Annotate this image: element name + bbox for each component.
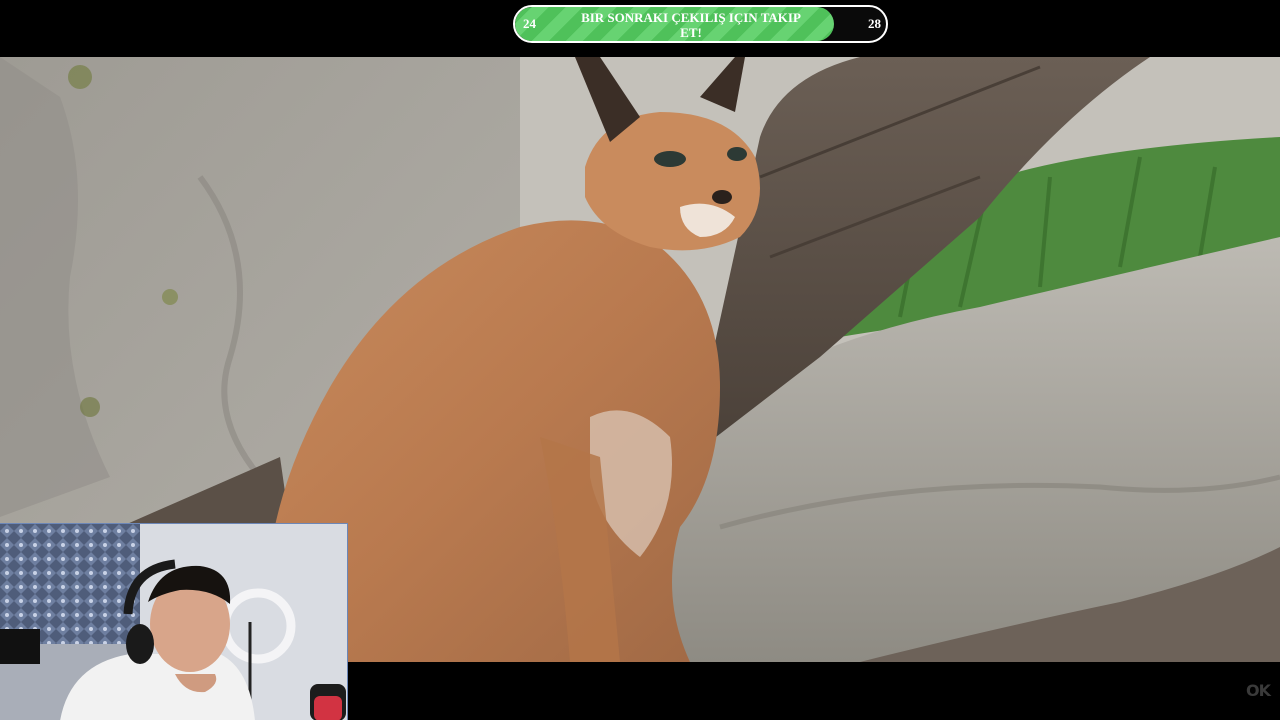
patterned-wall <box>0 524 140 644</box>
stream-overlay: 24 BIR SONRAKI ÇEKILIŞ IÇIN TAKIP ET! 28… <box>0 0 1280 720</box>
goal-label: BIR SONRAKI ÇEKILIŞ IÇIN TAKIP ET! <box>581 10 801 40</box>
follow-goal-bar: 24 BIR SONRAKI ÇEKILIŞ IÇIN TAKIP ET! 28 <box>513 5 888 43</box>
webcam-feed-illustration <box>0 524 347 720</box>
webcam-overlay <box>0 523 348 720</box>
goal-end-value: 28 <box>868 16 881 31</box>
caracal-eye-left <box>654 151 686 167</box>
caracal-eye-right <box>727 147 747 161</box>
channel-watermark: OK <box>1246 681 1271 700</box>
monitor <box>0 629 40 664</box>
goal-start-value: 24 <box>523 16 536 31</box>
